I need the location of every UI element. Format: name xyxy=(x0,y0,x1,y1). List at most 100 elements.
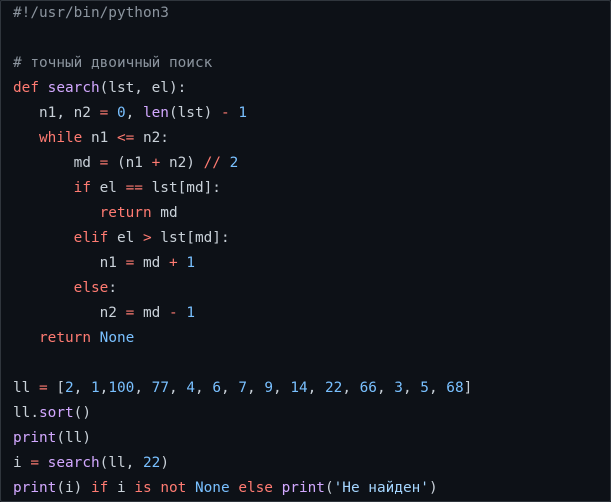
token-text: ) xyxy=(160,455,169,471)
token-number: 1 xyxy=(91,380,100,396)
token-text: ] xyxy=(463,380,473,396)
code-line[interactable]: if el == lst[md]: xyxy=(13,176,221,201)
token-op: // xyxy=(203,155,221,171)
token-op: + xyxy=(151,155,161,171)
code-line[interactable]: print(i) if i is not None else print('Не… xyxy=(13,476,438,501)
token-text: n1, n2 xyxy=(13,105,100,121)
code-line[interactable]: elif el > lst[md]: xyxy=(13,226,230,251)
token-op: == xyxy=(125,180,143,196)
code-line[interactable]: ll.sort() xyxy=(13,401,91,426)
token-text: () xyxy=(73,405,91,421)
token-text: , xyxy=(307,380,325,396)
token-text: md xyxy=(134,305,169,321)
token-text: , xyxy=(169,380,187,396)
token-text: , xyxy=(376,380,395,396)
token-text: , xyxy=(402,380,421,396)
token-number: 1 xyxy=(186,305,195,321)
token-text: , xyxy=(73,380,91,396)
code-line[interactable]: ll = [2, 1,100, 77, 4, 6, 7, 9, 14, 22, … xyxy=(13,376,472,401)
code-line[interactable]: n2 = md - 1 xyxy=(13,301,195,326)
code-line[interactable]: i = search(ll, 22) xyxy=(13,451,169,476)
token-builtin: print xyxy=(281,480,325,496)
token-builtin: print xyxy=(13,430,57,446)
code-line[interactable]: print(ll) xyxy=(13,426,91,451)
token-number: 66 xyxy=(359,380,377,396)
code-editor[interactable]: #!/usr/bin/python3 # точный двоичный поис… xyxy=(0,0,611,502)
code-line[interactable]: #!/usr/bin/python3 xyxy=(13,1,169,26)
code-line[interactable]: # точный двоичный поиск xyxy=(13,51,212,76)
token-text: n1 xyxy=(13,255,126,271)
token-op: = xyxy=(99,105,109,121)
token-text: (lst) xyxy=(168,105,221,121)
code-line[interactable]: return None xyxy=(13,326,134,351)
token-text: i xyxy=(108,480,135,496)
token-op: - xyxy=(220,105,230,121)
token-text: , xyxy=(428,380,447,396)
token-op: = xyxy=(125,305,135,321)
token-const: None xyxy=(99,330,135,346)
token-keyword: if xyxy=(90,480,109,496)
token-number: 5 xyxy=(420,380,429,396)
token-op: <= xyxy=(116,130,135,146)
token-op: = xyxy=(39,380,48,396)
token-keyword: while xyxy=(39,130,83,146)
token-comment: # точный двоичный поиск xyxy=(13,55,213,71)
token-op: > xyxy=(142,230,152,246)
token-keyword: else xyxy=(238,480,273,496)
token-text: el xyxy=(90,180,126,196)
token-text: ) xyxy=(428,480,438,496)
code-line[interactable]: return md xyxy=(13,201,178,226)
token-op: - xyxy=(168,305,178,321)
code-line[interactable]: def search(lst, el): xyxy=(13,76,186,101)
token-text: n2: xyxy=(134,130,169,146)
token-number: 6 xyxy=(212,380,221,396)
token-text: (i) xyxy=(56,480,91,496)
token-number: 7 xyxy=(238,380,247,396)
code-line[interactable]: md = (n1 + n2) // 2 xyxy=(13,151,239,176)
token-op: = xyxy=(99,155,109,171)
token-number: 22 xyxy=(142,455,161,471)
token-keyword: def xyxy=(13,80,39,96)
token-keyword: if xyxy=(73,180,91,196)
token-number: 3 xyxy=(394,380,403,396)
token-keyword: elif xyxy=(73,230,109,246)
code-line[interactable]: n1, n2 = 0, len(lst) - 1 xyxy=(13,101,247,126)
token-text: , xyxy=(125,105,143,121)
code-line[interactable]: while n1 <= n2: xyxy=(13,126,169,151)
token-text: n2) xyxy=(160,155,204,171)
token-text: , xyxy=(273,380,291,396)
token-text: , xyxy=(195,380,213,396)
token-text: (lst, el): xyxy=(99,80,187,96)
token-text: ( xyxy=(324,480,334,496)
token-op: + xyxy=(168,255,178,271)
token-text: , xyxy=(134,380,152,396)
token-text: el xyxy=(108,230,143,246)
token-text: i xyxy=(13,455,31,471)
token-builtin: len xyxy=(142,105,169,121)
code-line[interactable]: n1 = md + 1 xyxy=(13,251,195,276)
code-line[interactable]: else: xyxy=(13,276,117,301)
token-keyword: is xyxy=(134,480,152,496)
token-text: [ xyxy=(47,380,65,396)
token-number: 2 xyxy=(229,155,239,171)
token-keyword: return xyxy=(99,205,152,221)
token-string: 'Не найден' xyxy=(333,480,429,496)
token-text: , xyxy=(342,380,360,396)
token-number: 0 xyxy=(116,105,126,121)
token-text: n1 xyxy=(82,130,117,146)
token-number: 4 xyxy=(186,380,195,396)
token-func: search xyxy=(47,80,100,96)
token-text: lst[md]: xyxy=(142,180,221,196)
token-number: 14 xyxy=(290,380,308,396)
